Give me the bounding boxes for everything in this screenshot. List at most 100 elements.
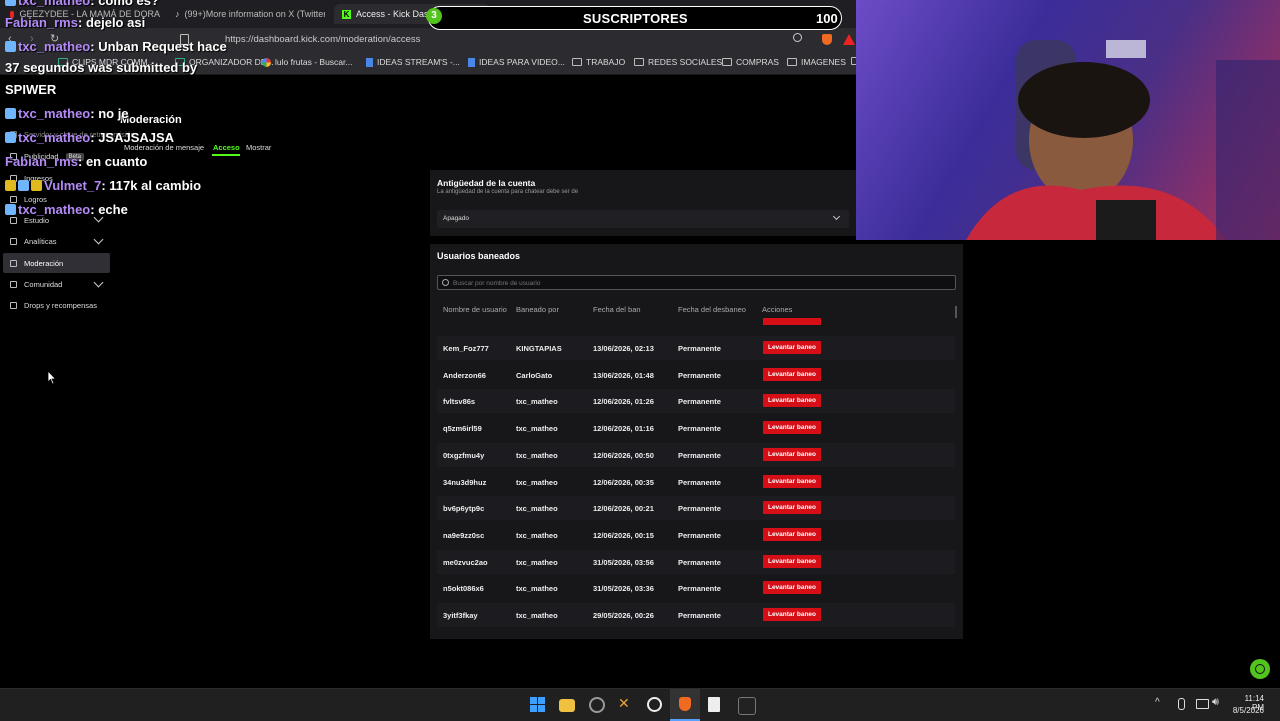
hammer-icon <box>10 260 17 267</box>
chevron-down-icon <box>832 212 841 221</box>
docs-icon <box>468 57 475 67</box>
table-scrollbar[interactable] <box>955 306 957 318</box>
chat-message: Fabian_rms: en cuanto <box>5 154 148 169</box>
chat-message: txc_matheo: como es? <box>5 0 159 8</box>
chat-message-continuation: SPIWER <box>5 82 57 97</box>
bookmark-folder[interactable]: REDES SOCIALES <box>634 57 722 67</box>
unban-button[interactable]: Levantar baneo <box>763 555 821 568</box>
cell-unban-date: Permanente <box>678 504 721 513</box>
app-icon[interactable]: ✕ <box>618 695 630 712</box>
bookmark-item[interactable]: lulo frutas - Buscar... <box>262 57 352 67</box>
subscriber-count-badge: 3 <box>426 8 442 24</box>
sidebar-item-drops[interactable]: Drops y recompensas <box>10 301 97 310</box>
terminal-icon[interactable] <box>738 697 756 715</box>
chat-username: txc_matheo <box>18 39 91 54</box>
brave-icon <box>679 697 691 711</box>
help-chat-icon[interactable] <box>1250 659 1270 679</box>
unban-button[interactable]: Levantar baneo <box>763 341 821 354</box>
badge-icon <box>5 180 16 191</box>
zoom-icon[interactable] <box>793 33 802 42</box>
cell-ban-date: 13/06/2026, 02:13 <box>593 344 654 353</box>
obs-icon[interactable] <box>647 697 662 712</box>
sidebar-item-studio[interactable]: Estudio <box>10 216 49 225</box>
cell-ban-date: 12/06/2026, 01:26 <box>593 397 654 406</box>
cell-ban-date: 12/06/2026, 01:16 <box>593 424 654 433</box>
bookmark-folder[interactable]: COMPRAS <box>722 57 779 67</box>
unban-button[interactable]: Levantar baneo <box>763 475 821 488</box>
google-icon <box>262 57 271 67</box>
brave-rewards-icon[interactable] <box>843 34 855 45</box>
column-header-unban-date[interactable]: Fecha del desbaneo <box>678 305 746 314</box>
column-header-ban-date[interactable]: Fecha del ban <box>593 305 641 314</box>
tab-display[interactable]: Mostrar <box>246 143 271 152</box>
search-username-field[interactable] <box>437 275 956 290</box>
tray-overflow-icon[interactable]: ^ <box>1155 697 1160 708</box>
chat-username: Fabian_rms <box>5 15 78 30</box>
url-field[interactable]: https://dashboard.kick.com/moderation/ac… <box>200 32 825 48</box>
folder-icon <box>787 58 797 66</box>
column-header-banned-by[interactable]: Baneado por <box>516 305 559 314</box>
sidebar-item-label: Drops y recompensas <box>24 301 97 310</box>
cell-banned-by: txc_matheo <box>516 611 558 620</box>
unban-button[interactable]: Levantar baneo <box>763 608 821 621</box>
mouse-cursor-icon <box>47 370 57 385</box>
sidebar-item-analytics[interactable]: Analíticas <box>10 237 57 246</box>
account-age-select[interactable]: Apagado <box>437 210 849 228</box>
bookmark-folder[interactable]: TRABAJO <box>572 57 625 67</box>
app-icon[interactable] <box>589 697 605 713</box>
cell-banned-by: txc_matheo <box>516 531 558 540</box>
sidebar-item-community[interactable]: Comunidad <box>10 280 62 289</box>
cell-ban-date: 31/05/2026, 03:56 <box>593 558 654 567</box>
chevron-down-icon[interactable] <box>93 277 104 288</box>
notepad-icon[interactable] <box>708 697 720 712</box>
bookmark-item[interactable]: IDEAS STREAM'S -... <box>366 57 460 67</box>
cell-username: me0zvuc2ao <box>443 558 488 567</box>
cell-unban-date: Permanente <box>678 371 721 380</box>
cell-unban-date: Permanente <box>678 611 721 620</box>
microphone-icon[interactable] <box>1178 698 1185 710</box>
bookmark-item[interactable]: IDEAS PARA VIDEO... <box>468 57 565 67</box>
studio-icon <box>10 217 17 224</box>
chat-username: txc_matheo <box>18 130 91 145</box>
bookmark-folder[interactable]: IMAGENES <box>787 57 846 67</box>
search-input[interactable] <box>451 277 945 290</box>
volume-icon[interactable]: 🔊︎ <box>1212 696 1219 709</box>
unban-button[interactable]: Levantar baneo <box>763 581 821 594</box>
unban-button[interactable]: Levantar baneo <box>763 368 821 381</box>
cell-username: 0txgzfmu4y <box>443 451 485 460</box>
badge-icon <box>18 180 29 191</box>
unban-button[interactable]: Levantar baneo <box>763 421 821 434</box>
cell-banned-by: txc_matheo <box>516 451 558 460</box>
unban-button[interactable]: Levantar baneo <box>763 501 821 514</box>
file-explorer-icon[interactable] <box>559 699 575 712</box>
unban-button[interactable]: Levantar baneo <box>763 394 821 407</box>
brave-shields-icon[interactable] <box>822 34 832 45</box>
chat-message-continuation: 37 segundos was submitted by <box>5 60 198 75</box>
clock-date[interactable]: 8/5/2026 <box>1232 706 1264 715</box>
cell-banned-by: KINGTAPIAS <box>516 344 562 353</box>
cell-banned-by: txc_matheo <box>516 558 558 567</box>
kick-icon: K <box>342 9 351 19</box>
windows-start-icon[interactable] <box>530 697 545 712</box>
sidebar-item-moderation[interactable]: Moderación <box>10 259 63 268</box>
column-header-username[interactable]: Nombre de usuario <box>443 305 507 314</box>
unban-button[interactable]: Levantar baneo <box>763 448 821 461</box>
cell-username: 34nu3d9huz <box>443 478 487 487</box>
network-icon[interactable] <box>1196 699 1209 709</box>
cell-ban-date: 13/06/2026, 01:48 <box>593 371 654 380</box>
chat-text: dejelo asi <box>85 15 146 30</box>
banned-users-panel <box>430 244 963 639</box>
tab-access[interactable]: Acceso <box>213 143 240 152</box>
tab-label: (99+)More information on X (Twitter) <box>184 9 326 19</box>
cell-banned-by: CarloGato <box>516 371 553 380</box>
cell-username: fvltsv86s <box>443 397 476 406</box>
brave-taskbar-item[interactable] <box>670 689 700 721</box>
cell-unban-date: Permanente <box>678 584 721 593</box>
bookmark-label: lulo frutas - Buscar... <box>275 57 353 67</box>
unban-button[interactable] <box>763 318 821 325</box>
unban-button[interactable]: Levantar baneo <box>763 528 821 541</box>
chevron-down-icon[interactable] <box>93 234 104 245</box>
chat-text: JSAJSAJSA <box>98 130 175 145</box>
cell-username: q5zm6irl59 <box>443 424 482 433</box>
browser-tab[interactable]: ♪ (99+)More information on X (Twitter) <box>175 4 325 24</box>
